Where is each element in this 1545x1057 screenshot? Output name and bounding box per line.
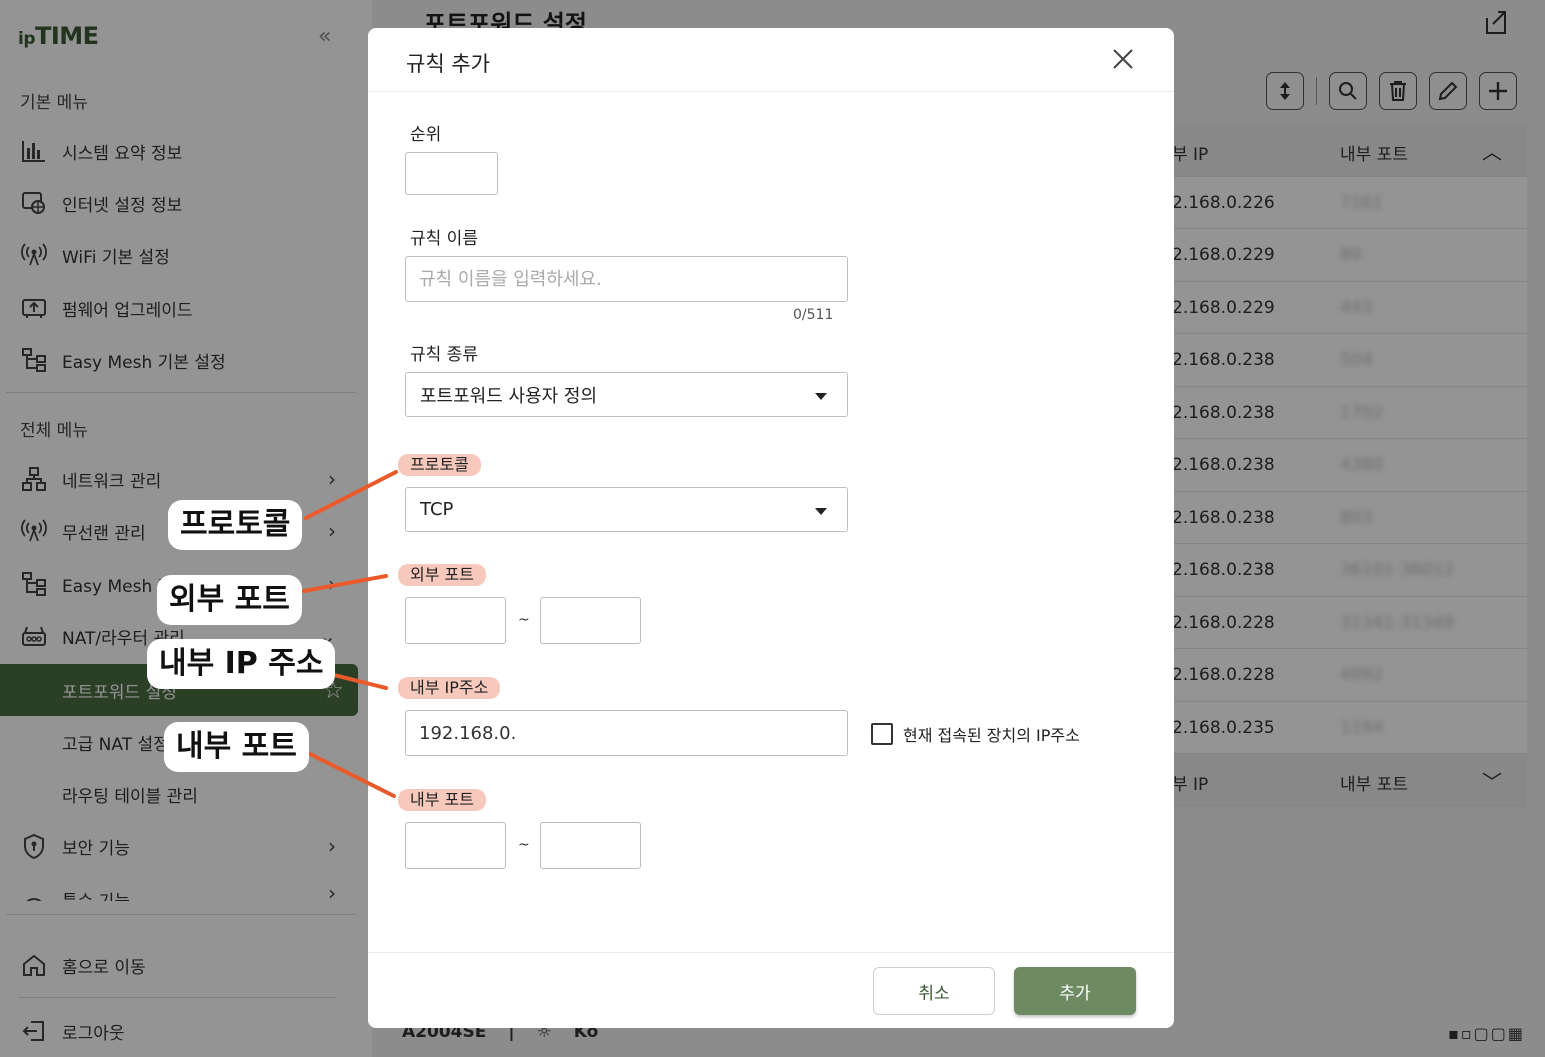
- add-rule-dialog: 규칙 추가 순위 규칙 이름 0/511 규칙 종류 포트포워드 사용자 정의 …: [368, 28, 1174, 1028]
- protocol-label: 프로토콜: [398, 454, 481, 476]
- callout-protocol: 프로토콜: [168, 500, 303, 550]
- close-icon[interactable]: [1108, 44, 1138, 74]
- add-button[interactable]: 추가: [1014, 967, 1136, 1015]
- dialog-header: 규칙 추가: [368, 28, 1174, 92]
- rule-name-input[interactable]: [405, 256, 848, 302]
- external-port-label: 외부 포트: [398, 564, 486, 586]
- checkbox-box[interactable]: [871, 723, 893, 745]
- rule-type-label: 규칙 종류: [410, 345, 478, 365]
- rule-name-label: 규칙 이름: [410, 229, 478, 249]
- external-port-end-input[interactable]: [540, 597, 641, 644]
- callout-internal-port: 내부 포트: [164, 722, 309, 772]
- internal-port-label: 내부 포트: [398, 789, 486, 811]
- rule-name-counter: 0/511: [793, 307, 834, 323]
- cancel-button[interactable]: 취소: [873, 967, 995, 1015]
- caret-down-icon: [815, 393, 827, 400]
- callout-internal-ip: 내부 IP 주소: [147, 639, 336, 689]
- order-label: 순위: [410, 125, 442, 145]
- internal-ip-label: 내부 IP주소: [398, 677, 501, 699]
- order-input[interactable]: [405, 152, 498, 195]
- current-device-ip-checkbox[interactable]: 현재 접속된 장치의 IP주소: [871, 722, 1080, 746]
- callout-external-port: 외부 포트: [157, 575, 302, 625]
- internal-port-end-input[interactable]: [540, 822, 641, 869]
- external-port-start-input[interactable]: [405, 597, 506, 644]
- range-tilde: ~: [518, 612, 530, 628]
- rule-type-value: 포트포워드 사용자 정의: [420, 385, 598, 407]
- caret-down-icon: [815, 508, 827, 515]
- current-device-ip-label: 현재 접속된 장치의 IP주소: [903, 726, 1080, 745]
- rule-type-select[interactable]: 포트포워드 사용자 정의: [405, 372, 848, 417]
- protocol-select[interactable]: TCP: [405, 487, 848, 532]
- dialog-title: 규칙 추가: [406, 52, 490, 76]
- internal-ip-input[interactable]: [405, 710, 848, 756]
- internal-port-start-input[interactable]: [405, 822, 506, 869]
- range-tilde: ~: [518, 837, 530, 853]
- protocol-value: TCP: [420, 499, 454, 520]
